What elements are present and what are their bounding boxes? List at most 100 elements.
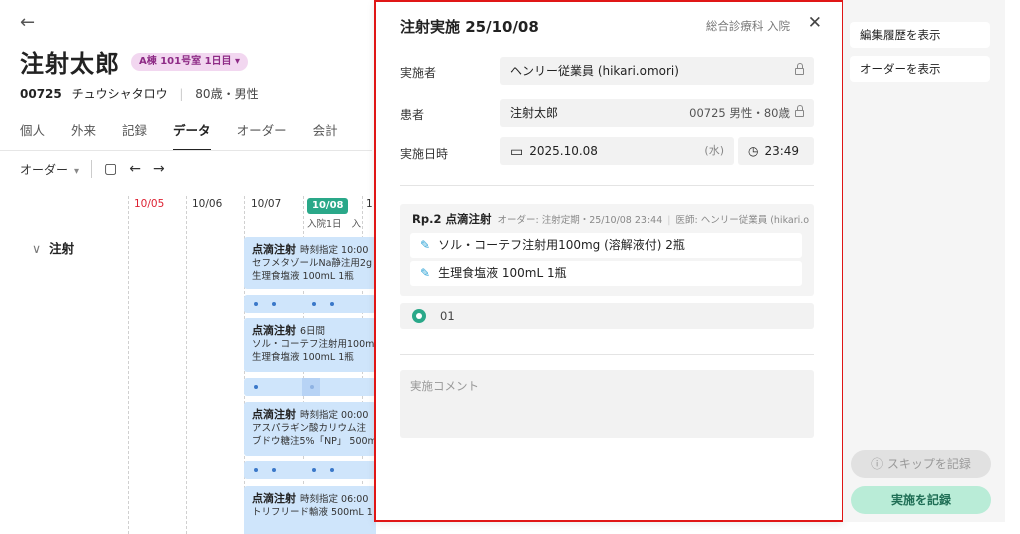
- time-field[interactable]: ◷ 23:49: [738, 137, 814, 165]
- rp-header: Rp.2 点滴注射 オーダー: 注射定期・25/10/08 23:44 | 医師: ヘ…: [412, 211, 809, 227]
- patient-field: 注射太郎 00725 男性・80歳: [500, 99, 814, 127]
- syringe-icon: ✎: [420, 238, 431, 252]
- meta-separator: |: [667, 215, 671, 226]
- card-line: 生理食塩液 100mL 1瓶: [252, 352, 354, 363]
- admission-day-label: 入院1日入: [307, 216, 361, 230]
- dot: [330, 468, 334, 472]
- weekday: (水): [704, 144, 724, 157]
- order-filter-label: オーダー: [20, 162, 69, 177]
- date-label: 10/06: [192, 198, 223, 210]
- id-separator: |: [179, 87, 184, 101]
- chevron-down-icon: ▾: [74, 165, 80, 177]
- rp-title: Rp.2 点滴注射: [412, 212, 492, 226]
- today-date-badge: 10/08: [307, 198, 349, 214]
- patient-age-sex: 80歳・男性: [195, 87, 259, 101]
- modal-title: 注射実施 25/10/08: [400, 18, 539, 36]
- date-label: 10/07: [251, 198, 282, 210]
- clock-icon: ◷: [748, 144, 759, 158]
- next-sub-text: 入: [351, 219, 362, 230]
- card-title: 点滴注射: [252, 492, 296, 505]
- record-done-button[interactable]: 実施を記録: [851, 486, 991, 514]
- divider: [400, 354, 814, 355]
- section-label: 注射: [49, 241, 75, 256]
- dot: [330, 302, 334, 306]
- show-order-button[interactable]: オーダーを表示: [850, 56, 990, 82]
- card-sub: 時刻指定 06:00: [300, 494, 369, 505]
- drug-name: ソル・コーテフ注射用100mg (溶解液付) 2瓶: [438, 238, 685, 252]
- datetime-label: 実施日時: [400, 147, 449, 161]
- calendar-icon: ▭: [510, 143, 524, 160]
- tab-orders[interactable]: オーダー: [237, 120, 287, 151]
- option-label: 01: [440, 309, 455, 323]
- performer-label: 実施者: [400, 66, 437, 80]
- skip-record-button[interactable]: ⓘ スキップを記録: [851, 450, 991, 478]
- dot: [254, 302, 258, 306]
- section-injection[interactable]: ∨ 注射: [32, 238, 74, 257]
- patient-id-line: 00725 チュウシャタロウ | 80歳・男性: [20, 85, 259, 102]
- card-line: 生理食塩液 100mL 1瓶: [252, 271, 354, 282]
- chevron-down-icon: ∨: [32, 241, 42, 256]
- card-title: 点滴注射: [252, 243, 296, 256]
- patient-id: 00725: [20, 87, 62, 101]
- dot: [272, 302, 276, 306]
- tab-billing[interactable]: 会計: [313, 120, 338, 151]
- time-value: 23:49: [764, 144, 800, 158]
- schedule-dots[interactable]: [244, 378, 376, 396]
- drug-item[interactable]: ✎ ソル・コーテフ注射用100mg (溶解液付) 2瓶: [410, 233, 802, 258]
- close-icon[interactable]: ✕: [808, 13, 822, 33]
- card-line: セフメタゾールNa静注用2g: [252, 258, 373, 269]
- order-filter-dropdown[interactable]: オーダー ▾: [20, 161, 79, 178]
- tab-records[interactable]: 記録: [122, 120, 147, 151]
- injection-card[interactable]: 点滴注射 時刻指定 10:00 セフメタゾールNa静注用2g 生理食塩液 100m…: [244, 237, 376, 289]
- dot: [254, 385, 258, 389]
- card-line: アスパラギン酸カリウム注: [252, 423, 367, 434]
- patient-kana: チュウシャタロウ: [71, 87, 168, 101]
- lock-icon: [795, 105, 804, 117]
- card-title: 点滴注射: [252, 324, 296, 337]
- injection-card[interactable]: 点滴注射 時刻指定 00:00 アスパラギン酸カリウム注 ブドウ糖注5%「NP」 …: [244, 402, 376, 456]
- divider: [400, 185, 814, 186]
- rp-meta: オーダー: 注射定期・25/10/08 23:44: [497, 215, 663, 226]
- schedule-dots[interactable]: [244, 295, 376, 313]
- card-line: トリフリード輸液 500mL 1: [252, 507, 373, 518]
- syringe-icon: ✎: [420, 266, 431, 280]
- card-title: 点滴注射: [252, 408, 296, 421]
- today-sub-text: 入院1日: [307, 219, 342, 230]
- lock-icon: [790, 57, 804, 85]
- calendar-icon[interactable]: ▢: [104, 161, 117, 177]
- card-sub: 時刻指定 00:00: [300, 410, 369, 421]
- show-history-button[interactable]: 編集履歴を表示: [850, 22, 990, 48]
- tab-outpatient[interactable]: 外来: [71, 120, 96, 151]
- injection-card[interactable]: 点滴注射 時刻指定 06:00 トリフリード輸液 500mL 1: [244, 486, 376, 534]
- schedule-dots[interactable]: [244, 461, 376, 479]
- date-field[interactable]: ▭ 2025.10.08 (水): [500, 137, 734, 165]
- option-row[interactable]: 01: [400, 303, 814, 329]
- tab-data[interactable]: データ: [173, 120, 211, 151]
- prev-arrow-icon[interactable]: ←: [129, 161, 141, 177]
- toolbar-separator: [91, 160, 93, 178]
- dot: [312, 468, 316, 472]
- day-line: [128, 196, 129, 534]
- action-panel: 編集履歴を表示 オーダーを表示 ⓘ スキップを記録 実施を記録: [843, 0, 1005, 522]
- back-arrow-icon[interactable]: ←: [20, 12, 35, 33]
- date-label: 10/05: [134, 198, 165, 210]
- dot: [312, 302, 316, 306]
- performer-value: ヘンリー従業員 (hikari.omori): [510, 64, 679, 78]
- next-arrow-icon[interactable]: →: [153, 161, 165, 177]
- comment-textarea[interactable]: 実施コメント: [400, 370, 814, 438]
- prescription-box: Rp.2 点滴注射 オーダー: 注射定期・25/10/08 23:44 | 医師: ヘ…: [400, 204, 814, 296]
- drug-item[interactable]: ✎ 生理食塩液 100mL 1瓶: [410, 261, 802, 286]
- patient-summary: 00725 男性・80歳: [689, 99, 804, 127]
- injection-card[interactable]: 点滴注射 6日間 ソル・コーテフ注射用100mg 生理食塩液 100mL 1瓶: [244, 318, 376, 372]
- radio-selected[interactable]: [412, 309, 426, 323]
- day-line: [186, 196, 187, 534]
- tab-personal[interactable]: 個人: [20, 120, 45, 151]
- drug-name: 生理食塩液 100mL 1瓶: [438, 266, 567, 280]
- room-badge[interactable]: A棟 101号室 1日目 ▾: [131, 53, 249, 71]
- department-label: 総合診療科 入院: [705, 19, 790, 33]
- dot: [272, 468, 276, 472]
- date-label: 1: [366, 198, 373, 210]
- date-value: 2025.10.08: [529, 144, 598, 158]
- card-line: ソル・コーテフ注射用100mg: [252, 339, 376, 350]
- patient-value: 注射太郎: [510, 106, 559, 120]
